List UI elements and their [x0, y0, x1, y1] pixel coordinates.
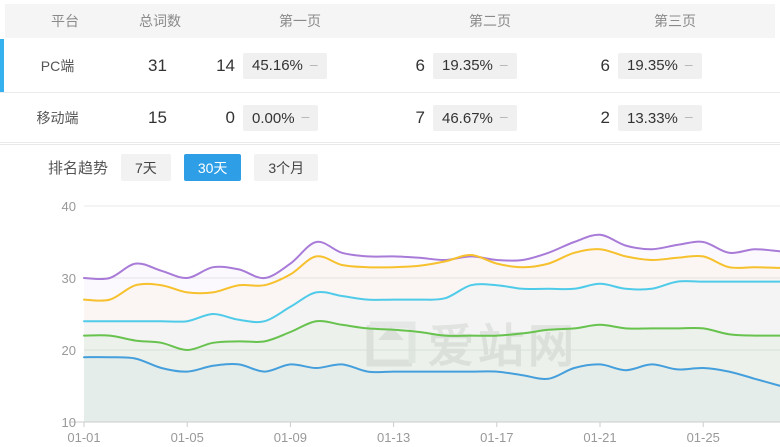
x-axis-tick-label: 01-17 [480, 430, 513, 445]
page3-pct-value: 19.35% [627, 57, 678, 74]
x-axis-tick-label: 01-09 [274, 430, 307, 445]
page1-pct-badge: 0.00% – [243, 105, 318, 131]
no-change-dash-icon: – [685, 57, 693, 71]
trend-section-title: 排名趋势 [48, 157, 108, 178]
table-row-pc[interactable]: PC端 31 14 45.16% – 6 19.35% – 6 19.35% – [0, 39, 780, 93]
table-row-mobile[interactable]: 移动端 15 0 0.00% – 7 46.67% – 2 13.33% – [0, 94, 780, 143]
page1-pct-value: 0.00% [252, 110, 295, 127]
tab-7days[interactable]: 7天 [121, 154, 171, 181]
page1-count: 0 [173, 94, 235, 142]
y-axis-tick-label: 40 [62, 199, 76, 214]
y-axis-tick-label: 20 [62, 343, 76, 358]
no-change-dash-icon: – [685, 109, 693, 123]
no-change-dash-icon: – [310, 57, 318, 71]
page3-count: 6 [548, 39, 610, 92]
keyword-rank-panel: 平台 总词数 第一页 第二页 第三页 PC端 31 14 45.16% – 6 … [0, 0, 780, 447]
x-axis-tick-label: 01-25 [687, 430, 720, 445]
x-axis-tick-label: 01-05 [171, 430, 204, 445]
page2-pct-badge: 46.67% – [433, 105, 517, 131]
rank-trend-svg: 爱站网 4030201001-0101-0501-0901-1301-1701-… [0, 190, 780, 447]
x-axis-tick-label: 01-21 [583, 430, 616, 445]
page1-pct-value: 45.16% [252, 57, 303, 74]
trend-tab-bar: 排名趋势 7天 30天 3个月 [0, 144, 780, 190]
tab-3months[interactable]: 3个月 [254, 154, 318, 181]
platform-label: 移动端 [0, 94, 115, 142]
page2-pct-badge: 19.35% – [433, 53, 517, 79]
table-header-row: 平台 总词数 第一页 第二页 第三页 [5, 4, 775, 38]
col-header-page3: 第三页 [625, 4, 725, 38]
y-axis-tick-label: 30 [62, 271, 76, 286]
rank-trend-chart[interactable]: 爱站网 4030201001-0101-0501-0901-1301-1701-… [0, 190, 780, 447]
no-change-dash-icon: – [302, 109, 310, 123]
page3-count: 2 [548, 94, 610, 142]
no-change-dash-icon: – [500, 57, 508, 71]
col-header-platform: 平台 [35, 4, 95, 38]
x-axis-tick-label: 01-13 [377, 430, 410, 445]
page1-count: 14 [173, 39, 235, 92]
no-change-dash-icon: – [500, 109, 508, 123]
page3-pct-value: 13.33% [627, 110, 678, 127]
page3-pct-badge: 13.33% – [618, 105, 702, 131]
page3-pct-badge: 19.35% – [618, 53, 702, 79]
page1-pct-badge: 45.16% – [243, 53, 327, 79]
x-axis-tick-label: 01-01 [67, 430, 100, 445]
col-header-page1: 第一页 [250, 4, 350, 38]
page2-pct-value: 19.35% [442, 57, 493, 74]
platform-label: PC端 [0, 39, 115, 92]
col-header-page2: 第二页 [440, 4, 540, 38]
col-header-total-words: 总词数 [110, 4, 210, 38]
page2-count: 6 [363, 39, 425, 92]
page2-count: 7 [363, 94, 425, 142]
y-axis-tick-label: 10 [62, 415, 76, 430]
tab-30days[interactable]: 30天 [184, 154, 242, 181]
page2-pct-value: 46.67% [442, 110, 493, 127]
